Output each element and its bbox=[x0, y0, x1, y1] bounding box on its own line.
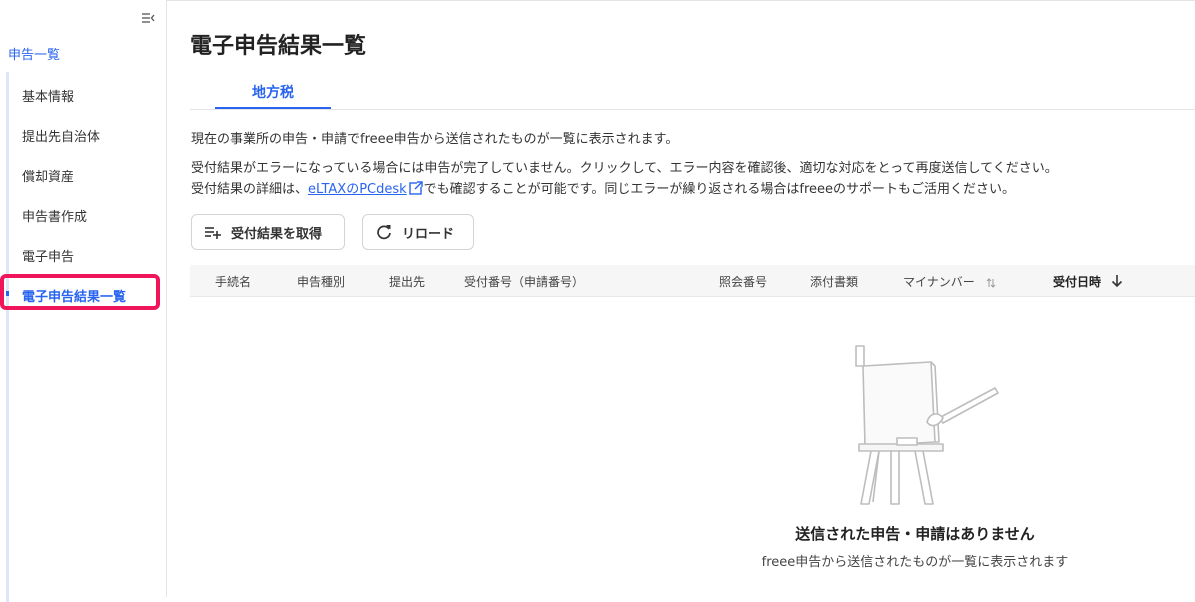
sidebar-item-shinkokusho-sakusei[interactable]: 申告書作成 bbox=[22, 206, 87, 225]
column-header-tetsuzuki: 手続名 bbox=[215, 275, 252, 289]
reload-label: リロード bbox=[402, 226, 455, 242]
column-header-uketsuke-bango: 受付番号（申請番号） bbox=[464, 275, 585, 289]
description-line-1: 現在の事業所の申告・申請でfreee申告から送信されたものが一覧に表示されます。 bbox=[191, 132, 679, 147]
tab-divider bbox=[190, 109, 1195, 110]
sort-descending-icon[interactable] bbox=[1110, 273, 1124, 292]
column-header-tenpu-shorui: 添付書類 bbox=[810, 275, 859, 289]
description-line-3-prefix: 受付結果の詳細は、 bbox=[191, 182, 309, 197]
reload-button[interactable]: リロード bbox=[362, 214, 474, 250]
column-header-mynumber[interactable]: マイナンバー bbox=[903, 273, 975, 290]
empty-state-title: 送信された申告・申請はありません bbox=[795, 525, 1035, 543]
table-header: 手続名 申告種別 提出先 受付番号（申請番号） 照会番号 添付書類 マイナンバー… bbox=[190, 265, 1195, 297]
empty-easel-illustration bbox=[835, 342, 1005, 510]
tab-label: 地方税 bbox=[252, 85, 294, 101]
pcdesk-link[interactable]: eLTAXのPCdesk bbox=[308, 182, 407, 197]
column-header-teishutsusaki: 提出先 bbox=[389, 275, 426, 289]
page-title: 電子申告結果一覧 bbox=[190, 34, 367, 59]
sidebar-item-shinkoku-ichiran[interactable]: 申告一覧 bbox=[8, 44, 60, 63]
highlight-annotation bbox=[0, 274, 160, 310]
sidebar: 申告一覧 基本情報 提出先自治体 償却資産 申告書作成 電子申告 電子申告結果一… bbox=[0, 0, 167, 602]
collapse-sidebar-icon[interactable] bbox=[140, 10, 156, 26]
external-link-icon[interactable] bbox=[408, 180, 424, 200]
empty-state-subtitle: freee申告から送信されたものが一覧に表示されます bbox=[761, 555, 1069, 570]
column-header-uketsuke-nichiji[interactable]: 受付日時 bbox=[1053, 273, 1101, 290]
column-header-shinkoku-shubetsu: 申告種別 bbox=[297, 275, 346, 289]
sidebar-item-kihon-joho[interactable]: 基本情報 bbox=[22, 86, 74, 105]
fetch-results-label: 受付結果を取得 bbox=[231, 226, 323, 242]
tab-chihouzei[interactable]: 地方税 bbox=[215, 82, 331, 109]
description-line-2: 受付結果がエラーになっている場合には申告が完了していません。クリックして、エラー… bbox=[191, 161, 1058, 176]
playlist-add-icon bbox=[204, 223, 222, 241]
sidebar-item-denshi-shinkoku[interactable]: 電子申告 bbox=[22, 246, 74, 265]
reload-icon bbox=[375, 223, 393, 241]
sidebar-tree-line bbox=[6, 72, 9, 602]
sort-both-icon[interactable] bbox=[985, 274, 997, 293]
fetch-results-button[interactable]: 受付結果を取得 bbox=[191, 214, 345, 250]
top-divider bbox=[0, 0, 1195, 1]
column-header-shokai-bango: 照会番号 bbox=[719, 275, 768, 289]
description-line-3: 受付結果の詳細は、eLTAXのPCdesk でも確認することが可能です。同じエラー… bbox=[191, 178, 1015, 200]
sidebar-item-teishutsusaki[interactable]: 提出先自治体 bbox=[22, 126, 100, 145]
description-line-3-suffix: でも確認することが可能です。同じエラーが繰り返される場合はfreeeのサポートも… bbox=[423, 182, 1016, 197]
sidebar-item-shokyaku-shisan[interactable]: 償却資産 bbox=[22, 166, 74, 185]
